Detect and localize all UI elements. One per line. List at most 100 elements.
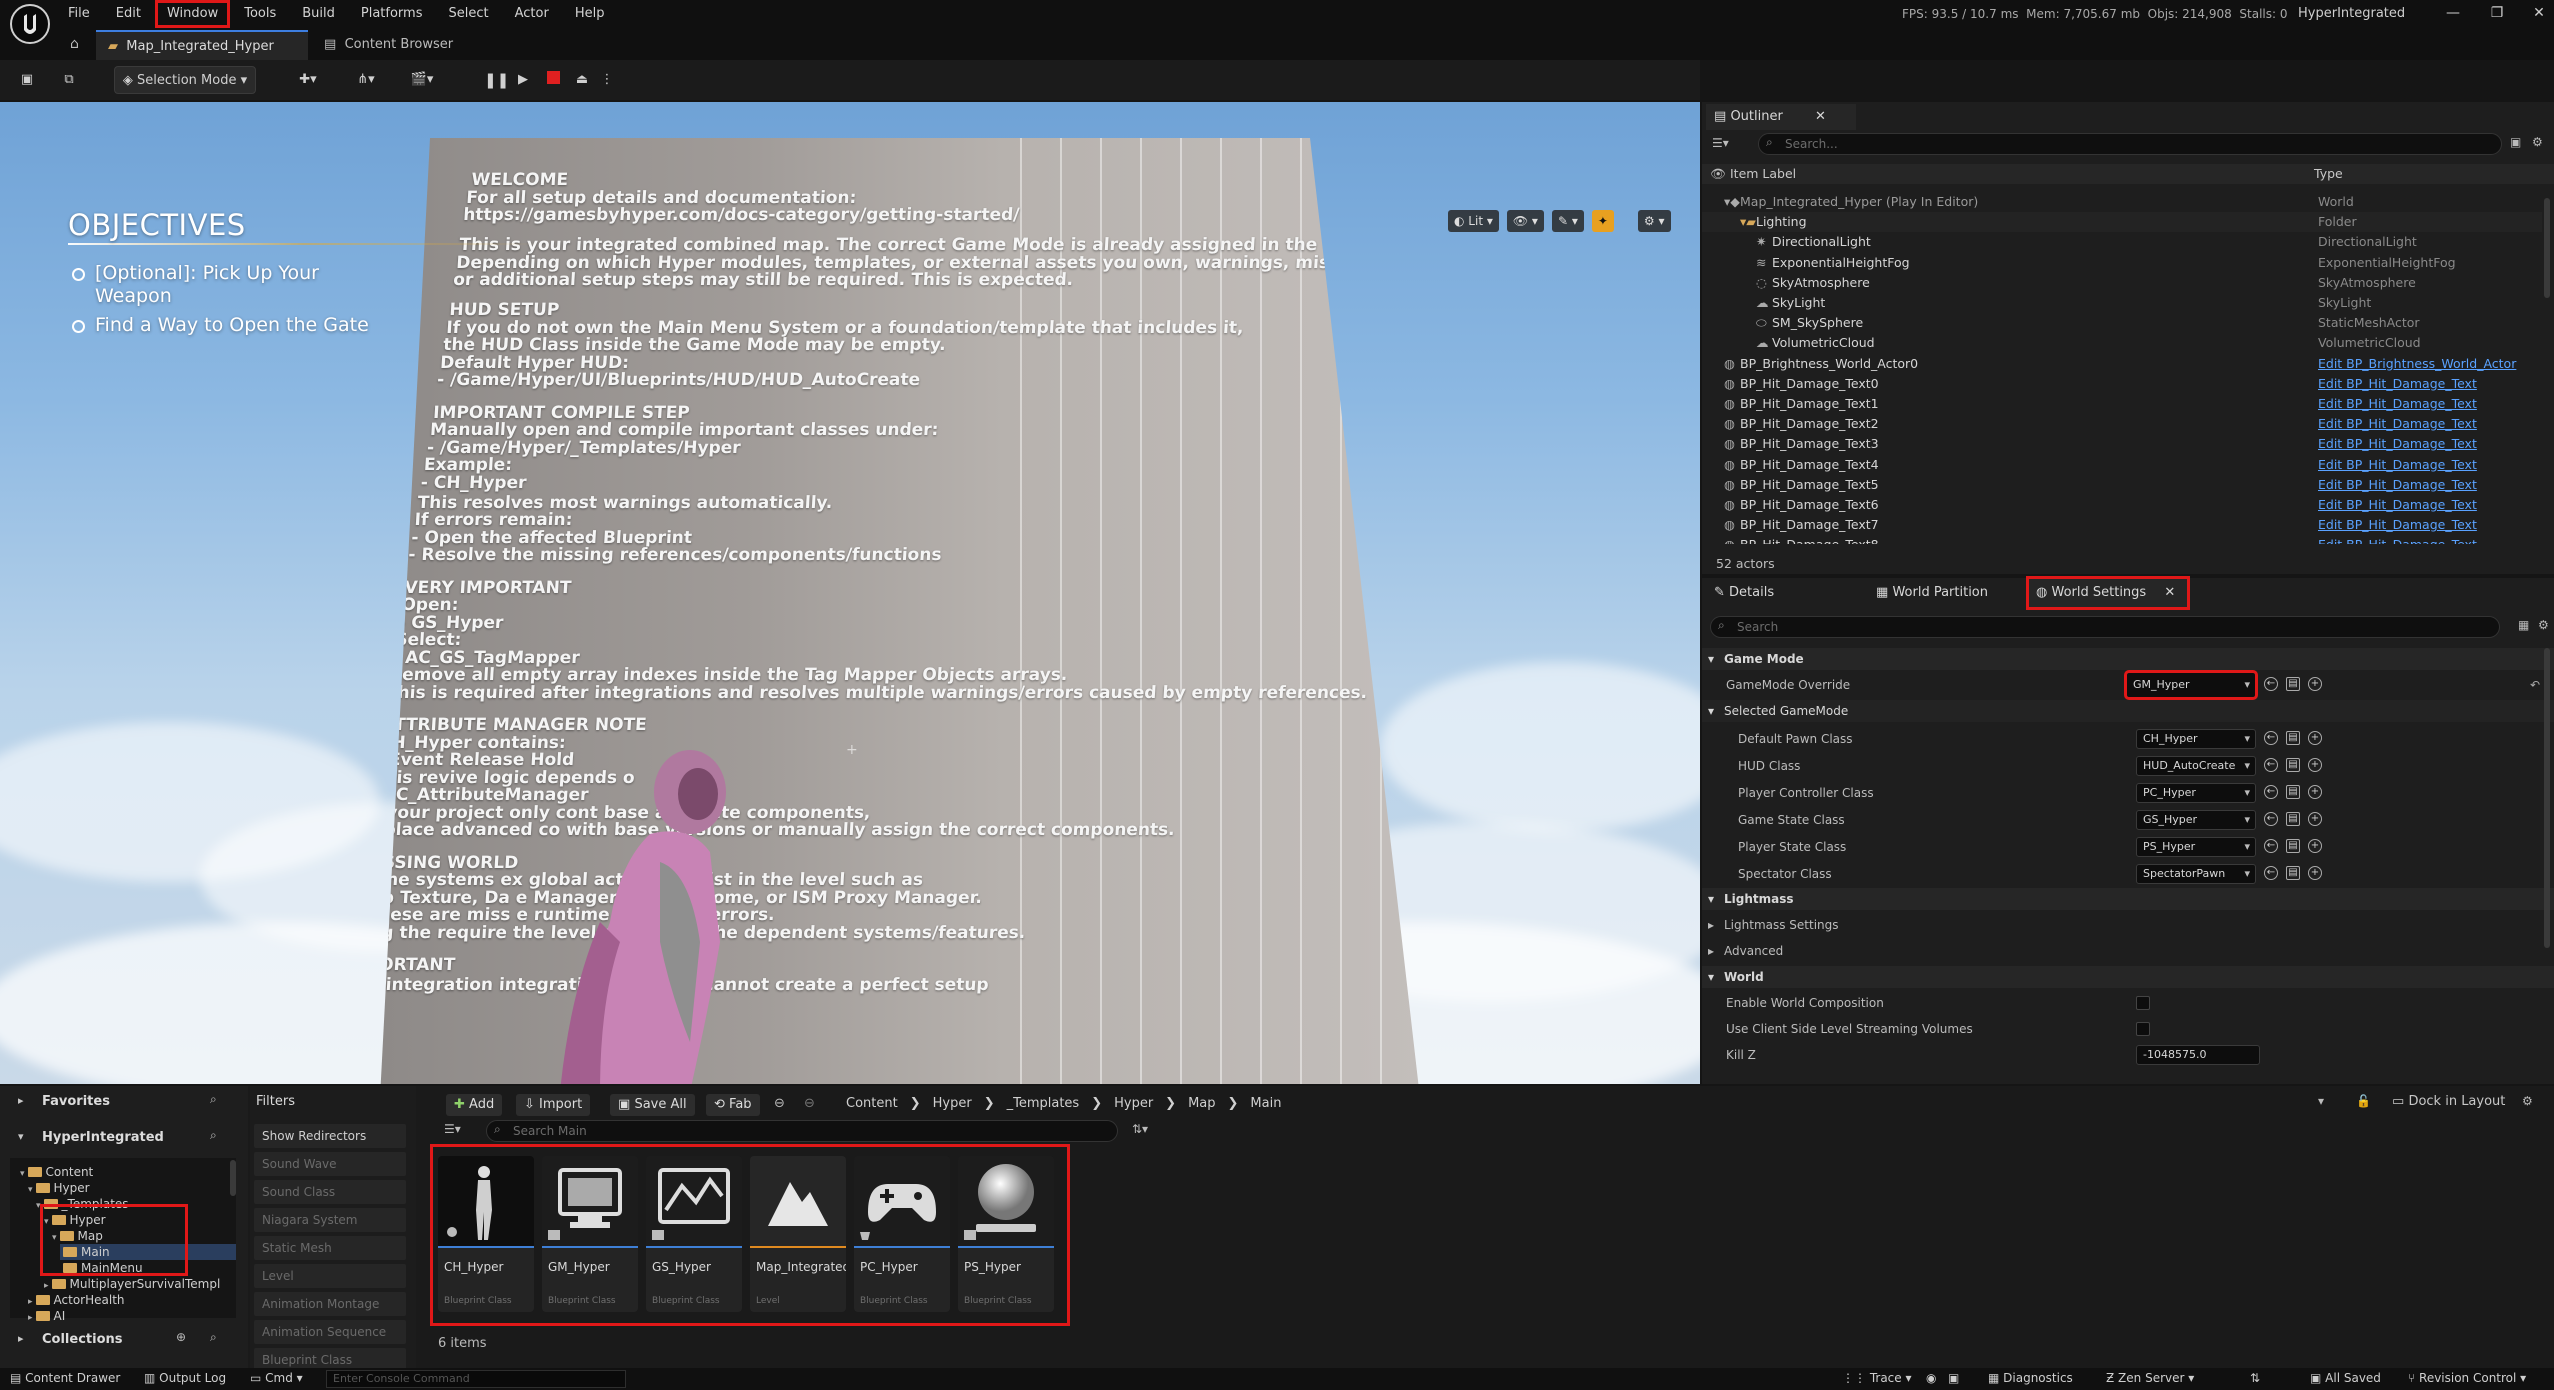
tree-scrollbar[interactable] bbox=[230, 1160, 236, 1196]
fab-button[interactable]: ⟲ Fab bbox=[706, 1094, 760, 1116]
search-icon[interactable]: ⌕ bbox=[210, 1330, 217, 1345]
search-icon[interactable]: ⌕ bbox=[210, 1128, 217, 1143]
record-icon[interactable]: ◉ bbox=[1926, 1371, 1936, 1385]
outliner-item-type[interactable]: Edit BP_Hit_Damage_Text bbox=[2318, 394, 2477, 414]
favorites-header[interactable]: Favorites bbox=[42, 1094, 110, 1109]
browse-icon[interactable]: ← bbox=[2264, 839, 2278, 853]
tree-folder[interactable]: ▾ Content bbox=[20, 1164, 93, 1180]
outliner-item-type[interactable]: Edit BP_Hit_Damage_Text bbox=[2318, 434, 2477, 454]
content-search-input[interactable]: Search Main bbox=[486, 1120, 1118, 1142]
sort-icon[interactable]: ⇅▾ bbox=[1132, 1122, 1148, 1136]
menu-help[interactable]: Help bbox=[565, 2, 615, 26]
folder-icon[interactable]: ▤ bbox=[2286, 812, 2300, 826]
filter-icon[interactable]: ☰▾ bbox=[1712, 136, 1729, 150]
viewport-settings-icon[interactable]: ⚙ ▾ bbox=[1637, 210, 1671, 232]
col-item-label[interactable]: Item Label bbox=[1730, 164, 1796, 184]
add-folder-icon[interactable]: ▣ bbox=[2510, 135, 2521, 149]
minimize-icon[interactable]: — bbox=[2438, 2, 2468, 26]
chevron-right-icon[interactable]: ▸ bbox=[18, 1094, 24, 1107]
table-view-icon[interactable]: ▦ bbox=[2518, 618, 2529, 632]
filter-sound-wave[interactable]: Sound Wave bbox=[254, 1152, 406, 1176]
frame-skip-icon[interactable]: ▶ bbox=[512, 66, 534, 94]
filter-icon[interactable]: ☰▾ bbox=[444, 1122, 461, 1136]
outliner-item-type[interactable]: Edit BP_Hit_Damage_Text bbox=[2318, 414, 2477, 434]
tree-folder[interactable]: ▸ ActorHealth bbox=[28, 1292, 125, 1308]
folder-icon[interactable]: ▤ bbox=[2286, 785, 2300, 799]
asset-tile[interactable]: GM_Hyper Blueprint Class bbox=[542, 1156, 638, 1312]
tab-outliner[interactable]: ▤ Outliner ✕ bbox=[1706, 104, 1856, 130]
folder-icon[interactable]: ▤ bbox=[2286, 677, 2300, 691]
close-window-icon[interactable]: ✕ bbox=[2524, 2, 2554, 26]
outliner-scrollbar[interactable] bbox=[2544, 198, 2550, 298]
outliner-row[interactable]: ☁ VolumetricCloud VolumetricCloud bbox=[1702, 333, 2542, 353]
outliner-row[interactable]: ◍ BP_Hit_Damage_Text7 Edit BP_Hit_Damage_T… bbox=[1702, 515, 2542, 535]
outliner-row[interactable]: ✷ DirectionalLight DirectionalLight bbox=[1702, 232, 2542, 252]
section-lightmass[interactable]: ▾ Lightmass bbox=[1702, 888, 2554, 910]
browse-icon[interactable]: ← bbox=[2264, 677, 2278, 691]
outliner-item-type[interactable]: Edit BP_Hit_Damage_Text bbox=[2318, 515, 2477, 535]
outliner-item-type[interactable]: Edit BP_Brightness_World_Actor bbox=[2318, 354, 2516, 374]
tab-world-partition[interactable]: ▦ World Partition bbox=[1868, 580, 2028, 606]
asset-tile[interactable]: PS_Hyper Blueprint Class bbox=[958, 1156, 1054, 1312]
add-icon[interactable]: + bbox=[2308, 731, 2322, 745]
breadcrumb-item[interactable]: Hyper bbox=[1114, 1096, 1153, 1111]
world-composition-checkbox[interactable] bbox=[2136, 996, 2150, 1010]
cmd-dropdown[interactable]: ▭ Cmd ▾ bbox=[250, 1371, 303, 1385]
filter-animation-montage[interactable]: Animation Montage bbox=[254, 1292, 406, 1316]
tree-folder[interactable]: ▾ Hyper bbox=[28, 1180, 90, 1196]
outliner-row[interactable]: ◍ BP_Hit_Damage_Text4 Edit BP_Hit_Damage_T… bbox=[1702, 455, 2542, 475]
outliner-row[interactable]: ◍ BP_Hit_Damage_Text2 Edit BP_Hit_Damage_T… bbox=[1702, 414, 2542, 434]
tree-folder[interactable]: ▸ AI bbox=[28, 1308, 65, 1324]
breadcrumb-item[interactable]: Content bbox=[846, 1096, 898, 1111]
outliner-row[interactable]: ◍ BP_Hit_Damage_Text8 Edit BP_Hit_Damage_T… bbox=[1702, 535, 2542, 544]
filter-animation-sequence[interactable]: Animation Sequence bbox=[254, 1320, 406, 1344]
outliner-search-input[interactable]: Search... bbox=[1758, 133, 2502, 155]
level-viewport[interactable]: WELCOME For all setup details and documen… bbox=[0, 102, 1700, 1084]
derived-data-icon[interactable]: ⇅ bbox=[2250, 1371, 2260, 1385]
tree-folder[interactable]: ▸ MultiplayerSurvivalTempl bbox=[44, 1276, 220, 1292]
asset-tile[interactable]: CH_Hyper Blueprint Class bbox=[438, 1156, 534, 1312]
browse-icon[interactable]: ← bbox=[2264, 758, 2278, 772]
view-mode-dropdown[interactable]: ◐ Lit ▾ bbox=[1448, 210, 1499, 232]
outliner-item-type[interactable]: Edit BP_Hit_Damage_Text bbox=[2318, 495, 2477, 515]
filter-static-mesh[interactable]: Static Mesh bbox=[254, 1236, 406, 1260]
asset-tile[interactable]: PC_Hyper Blueprint Class bbox=[854, 1156, 950, 1312]
cinematics-icon[interactable]: 🎬▾ bbox=[402, 66, 442, 94]
add-icon[interactable]: + bbox=[2308, 812, 2322, 826]
trace-button[interactable]: ⋮⋮ Trace ▾ bbox=[1842, 1371, 1912, 1385]
outliner-item-type[interactable]: Edit BP_Hit_Damage_Text bbox=[2318, 374, 2477, 394]
breadcrumb-item[interactable]: Hyper bbox=[933, 1096, 972, 1111]
blueprint-icon[interactable]: ⋔▾ bbox=[346, 66, 386, 94]
outliner-item-type[interactable]: Edit BP_Hit_Damage_Text bbox=[2318, 455, 2477, 475]
transform-tools-icon[interactable]: ✎ ▾ bbox=[1551, 210, 1584, 232]
outliner-row[interactable]: ◍ BP_Hit_Damage_Text3 Edit BP_Hit_Damage_T… bbox=[1702, 434, 2542, 454]
section-selected-gamemode[interactable]: ▾ Selected GameMode bbox=[1702, 700, 2554, 722]
section-lightmass-settings[interactable]: ▸ Lightmass Settings bbox=[1702, 912, 2554, 938]
add-actor-icon[interactable]: ✚▾ bbox=[288, 66, 328, 94]
class-picker-combo[interactable]: PS_Hyper ▾ bbox=[2136, 837, 2256, 857]
outliner-row[interactable]: ☁ SkyLight SkyLight bbox=[1702, 293, 2542, 313]
lock-icon[interactable]: 🔓 bbox=[2356, 1094, 2371, 1108]
add-icon[interactable]: + bbox=[2308, 866, 2322, 880]
asset-tile[interactable]: GS_Hyper Blueprint Class bbox=[646, 1156, 742, 1312]
outliner-row[interactable]: ≋ ExponentialHeightFog ExponentialHeightFo… bbox=[1702, 253, 2542, 273]
stop-icon[interactable] bbox=[542, 66, 564, 94]
add-icon[interactable]: + bbox=[2308, 785, 2322, 799]
camera-icon[interactable]: ▣ bbox=[1948, 1371, 1959, 1385]
menu-window[interactable]: Window bbox=[154, 0, 231, 28]
browse-icon[interactable]: ← bbox=[2264, 731, 2278, 745]
outliner-row[interactable]: ◍ BP_Hit_Damage_Text6 Edit BP_Hit_Damage_T… bbox=[1702, 495, 2542, 515]
chevron-down-icon[interactable]: ▾ bbox=[2318, 1094, 2324, 1108]
folder-icon[interactable]: ▤ bbox=[2286, 839, 2300, 853]
save-all-button[interactable]: ▣ Save All bbox=[610, 1094, 695, 1116]
class-picker-combo[interactable]: PC_Hyper ▾ bbox=[2136, 783, 2256, 803]
menu-build[interactable]: Build bbox=[292, 2, 345, 26]
project-header[interactable]: HyperIntegrated bbox=[42, 1130, 164, 1145]
outliner-row[interactable]: ◍ BP_Hit_Damage_Text1 Edit BP_Hit_Damage_T… bbox=[1702, 394, 2542, 414]
tab-map[interactable]: ▰ Map_Integrated_Hyper bbox=[96, 30, 308, 60]
folder-icon[interactable]: ▤ bbox=[2286, 731, 2300, 745]
tab-world-settings[interactable]: ◍ World Settings ✕ bbox=[2026, 576, 2190, 610]
filter-show-redirectors[interactable]: Show Redirectors bbox=[254, 1124, 406, 1148]
zen-server-button[interactable]: Ƶ Zen Server ▾ bbox=[2106, 1371, 2194, 1385]
browse-icon[interactable]: ← bbox=[2264, 785, 2278, 799]
